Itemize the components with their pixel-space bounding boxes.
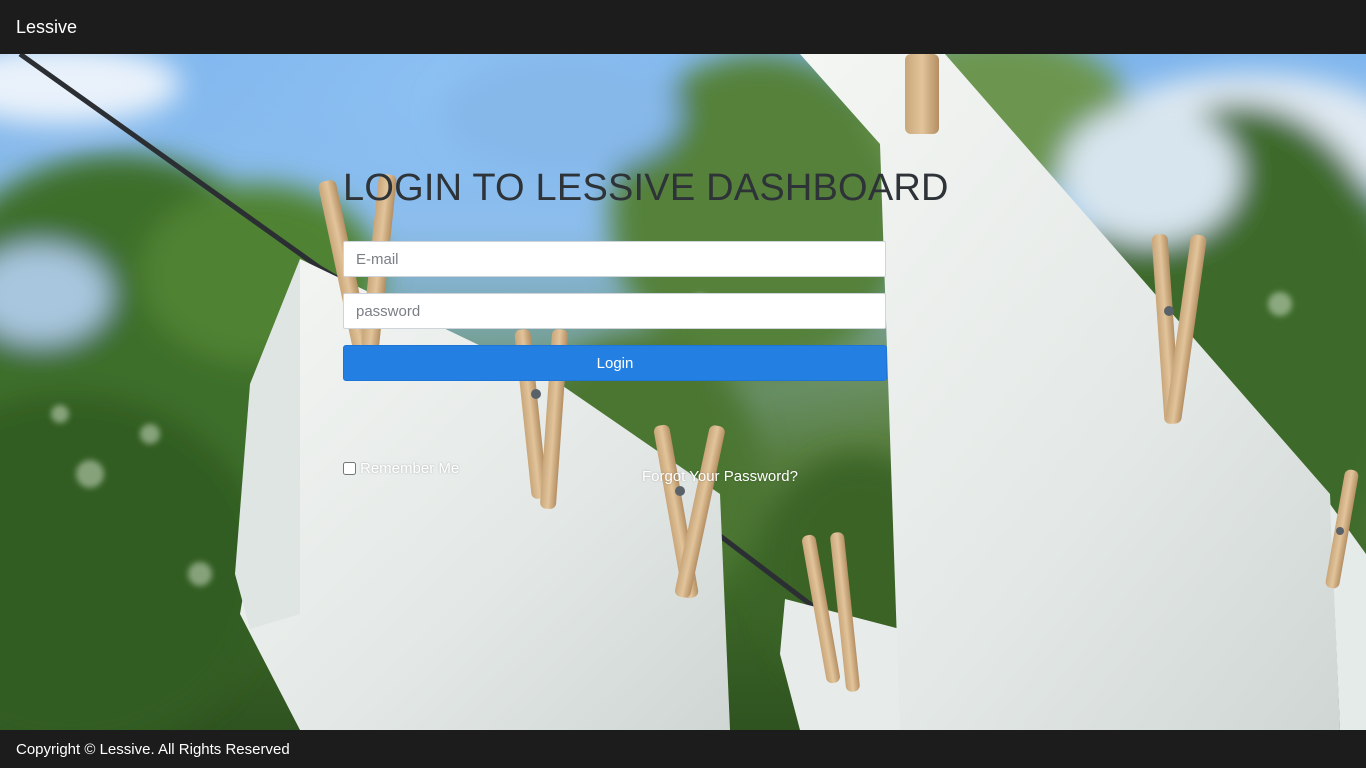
brand-logo-link[interactable]: Lessive (16, 17, 77, 38)
copyright-text: Copyright © Lessive. All Rights Reserved (16, 740, 290, 758)
hero-background: LOGIN TO LESSIVE DASHBOARD Login Remembe… (0, 54, 1366, 730)
forgot-password-link[interactable]: Forgot Your Password? (642, 468, 798, 485)
login-button[interactable]: Login (343, 345, 887, 381)
login-form: LOGIN TO LESSIVE DASHBOARD Login Remembe… (343, 166, 949, 485)
remember-me-label[interactable]: Remember Me (360, 460, 459, 477)
page-footer: Copyright © Lessive. All Rights Reserved (0, 730, 1366, 768)
password-field[interactable] (343, 293, 886, 329)
remember-me-checkbox[interactable] (343, 462, 356, 475)
top-navbar: Lessive (0, 0, 1366, 54)
login-title: LOGIN TO LESSIVE DASHBOARD (343, 167, 949, 209)
remember-me-row: Remember Me (343, 460, 459, 477)
email-field[interactable] (343, 241, 886, 277)
clothesline-background-image (0, 54, 1366, 730)
